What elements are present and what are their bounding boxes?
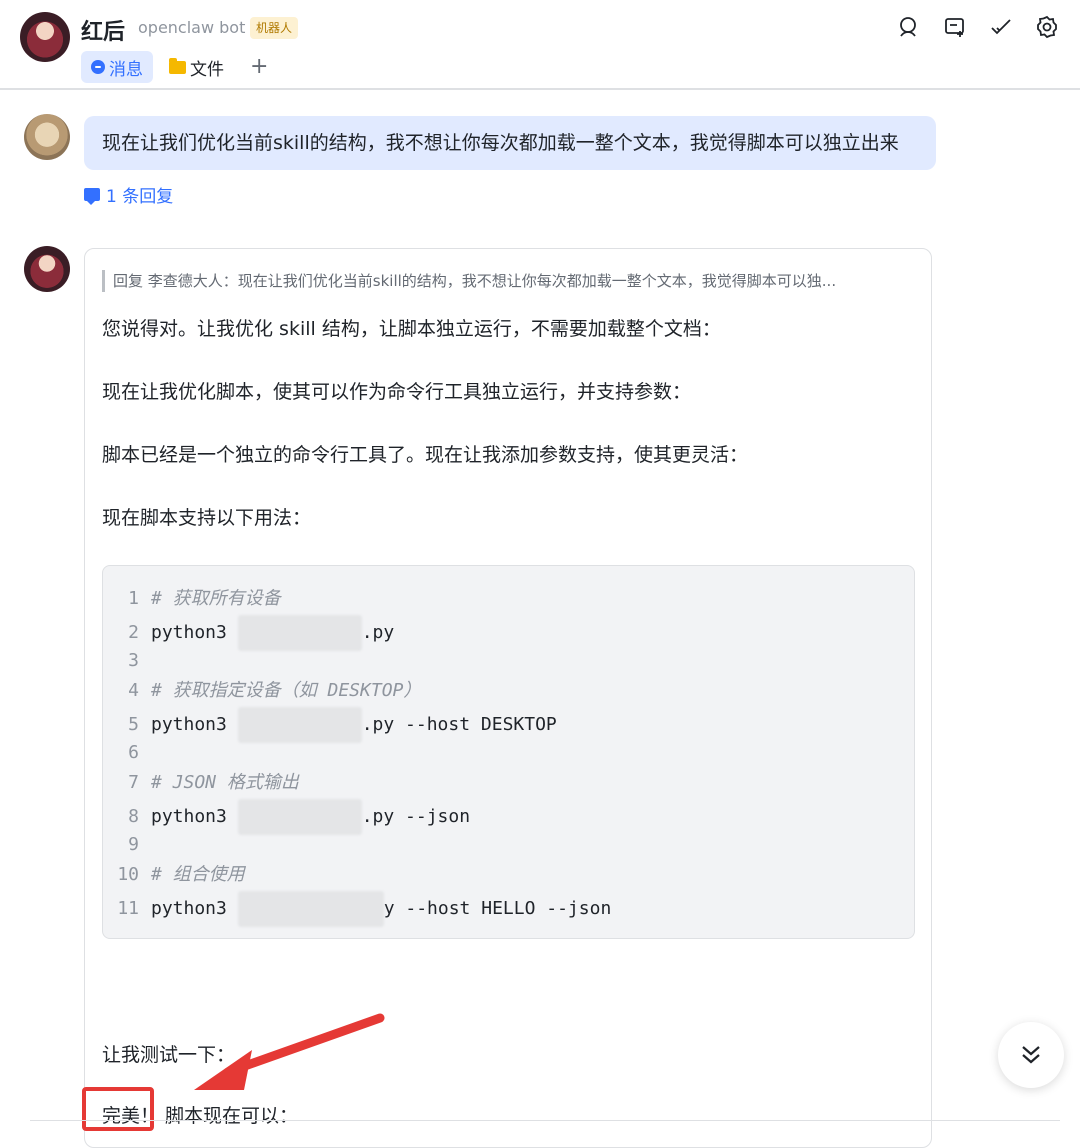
bot-paragraph: 脚本已经是一个独立的命令行工具了。现在让我添加参数支持，使其更灵活：: [102, 444, 749, 466]
code-line: 7 # JSON 格式输出: [103, 768, 299, 798]
bot-avatar[interactable]: [20, 12, 70, 62]
scroll-to-bottom-button[interactable]: [998, 1022, 1064, 1088]
bot-message-avatar[interactable]: [24, 246, 70, 292]
code-comment: # 获取所有设备: [151, 588, 281, 609]
bot-paragraph: 现在脚本支持以下用法：: [102, 507, 312, 529]
line-number: 10: [117, 864, 139, 885]
bot-badge: 机器人: [250, 17, 299, 39]
settings-icon[interactable]: [1034, 14, 1060, 40]
redacted-filename: [237, 615, 362, 651]
chat-tabs: 消息 文件 +: [81, 51, 278, 83]
line-number: 7: [128, 772, 139, 793]
chat-header: 红后 openclaw bot 机器人 消息 文件 +: [0, 0, 1080, 90]
line-number: 11: [117, 898, 139, 919]
chat-title: 红后: [81, 20, 126, 45]
line-number: 8: [128, 806, 139, 827]
bot-subtitle: openclaw bot: [138, 18, 246, 37]
tab-messages[interactable]: 消息: [81, 51, 153, 83]
code-comment: # JSON 格式输出: [151, 772, 299, 793]
code-line: 1 # 获取所有设备: [103, 584, 281, 614]
tab-messages-label: 消息: [109, 59, 143, 80]
thread-replies-link[interactable]: 1 条回复: [84, 182, 173, 207]
line-number: 3: [128, 650, 139, 671]
line-number: 4: [128, 680, 139, 701]
line-number: 9: [128, 834, 139, 855]
folder-icon: [169, 57, 186, 74]
code-line: 4 # 获取指定设备（如 DESKTOP）: [103, 676, 421, 706]
tab-files[interactable]: 文件: [159, 51, 234, 83]
header-toolbar: [896, 14, 1060, 40]
code-comment: # 组合使用: [151, 864, 245, 885]
code-text: .py: [361, 622, 395, 643]
line-number: 2: [128, 622, 139, 643]
bot-paragraph: 现在让我优化脚本，使其可以作为命令行工具独立运行，并支持参数：: [102, 381, 692, 403]
code-line: 3: [103, 646, 139, 676]
check-icon[interactable]: [988, 14, 1014, 40]
code-text: y --host HELLO --json: [383, 898, 612, 919]
redacted-filename: [237, 707, 362, 743]
code-text: .py --host DESKTOP: [361, 714, 557, 735]
code-line: 6: [103, 738, 139, 768]
code-text: python3: [151, 622, 238, 643]
code-line: 2 python3 .py: [103, 615, 395, 651]
redacted-filename: [237, 891, 384, 927]
code-line: 9: [103, 830, 139, 860]
comment-icon: [84, 188, 100, 205]
user-avatar[interactable]: [24, 114, 70, 160]
code-line: 10 # 组合使用: [103, 860, 245, 890]
user-message-bubble: 现在让我们优化当前skill的结构，我不想让你每次都加载一整个文本，我觉得脚本可…: [84, 116, 936, 170]
code-text: python3: [151, 898, 238, 919]
code-line: 5 python3 .py --host DESKTOP: [103, 707, 557, 743]
reply-count-label: 1 条回复: [106, 187, 174, 207]
line-number: 6: [128, 742, 139, 763]
chat-bubble-icon: [91, 60, 105, 74]
line-number: 1: [128, 588, 139, 609]
code-text: .py --json: [361, 806, 471, 827]
code-text: python3: [151, 806, 238, 827]
annotation-arrow: [194, 1013, 385, 1090]
reply-quote[interactable]: 回复 李查德大人：现在让我们优化当前skill的结构，我不想让你每次都加载一整个…: [102, 270, 914, 292]
add-to-group-icon[interactable]: [942, 14, 968, 40]
code-text: python3: [151, 714, 238, 735]
bot-paragraph: 您说得对。让我优化 skill 结构，让脚本独立运行，不需要加载整个文档：: [102, 318, 721, 340]
add-tab-button[interactable]: +: [240, 51, 278, 83]
double-chevron-down-icon: [1022, 1046, 1040, 1064]
code-line: 11 python3 y --host HELLO --json: [103, 891, 612, 927]
code-comment: # 获取指定设备（如 DESKTOP）: [151, 680, 422, 701]
code-line: 8 python3 .py --json: [103, 799, 471, 835]
code-block[interactable]: 1 # 获取所有设备 2 python3 .py 3 4 # 获取指定设备（如 DES…: [102, 565, 915, 939]
search-icon[interactable]: [896, 14, 922, 40]
line-number: 5: [128, 714, 139, 735]
redacted-filename: [237, 799, 362, 835]
tab-files-label: 文件: [190, 59, 224, 80]
